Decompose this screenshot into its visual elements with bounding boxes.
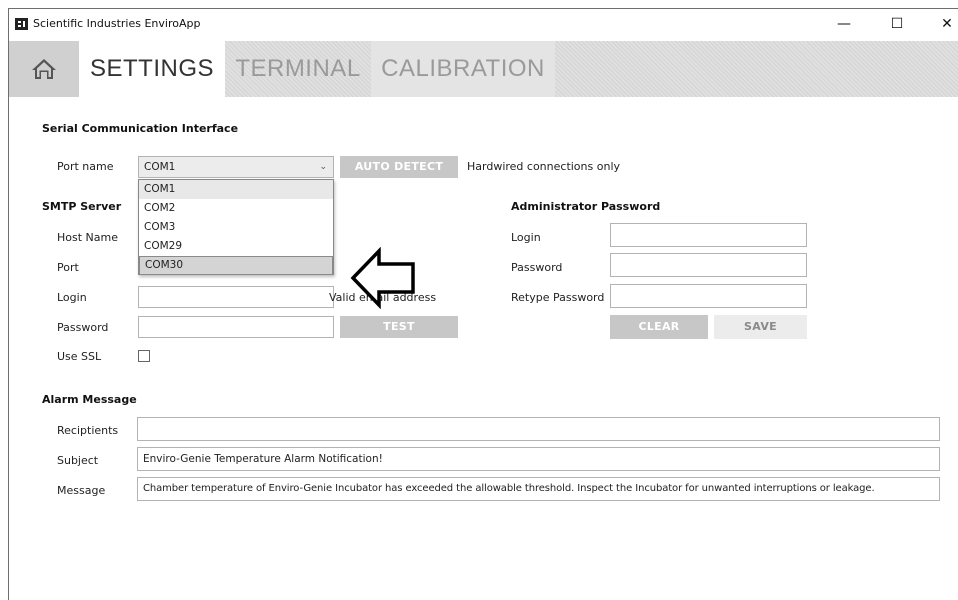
- maximize-button[interactable]: ☐: [874, 9, 920, 39]
- port-option-com2[interactable]: COM2: [139, 199, 333, 218]
- use-ssl-label: Use SSL: [57, 350, 102, 363]
- smtp-section-title: SMTP Server: [42, 200, 122, 213]
- port-option-com1[interactable]: COM1: [139, 180, 333, 199]
- test-button[interactable]: TEST: [340, 316, 458, 338]
- port-name-label: Port name: [57, 160, 114, 173]
- admin-login-label: Login: [511, 231, 541, 244]
- message-field[interactable]: Chamber temperature of Enviro-Genie Incu…: [137, 477, 940, 501]
- port-option-com29[interactable]: COM29: [139, 237, 333, 256]
- app-window: Scientific Industries EnviroApp — ☐ ✕ SE…: [8, 8, 958, 600]
- use-ssl-checkbox[interactable]: [138, 350, 150, 362]
- minimize-button[interactable]: —: [821, 9, 867, 39]
- smtp-port-label: Port: [57, 261, 79, 274]
- smtp-host-label: Host Name: [57, 231, 118, 244]
- port-name-combobox[interactable]: COM1 ⌄: [138, 156, 334, 178]
- tab-settings[interactable]: SETTINGS: [79, 41, 225, 97]
- subject-field[interactable]: Enviro-Genie Temperature Alarm Notificat…: [137, 447, 940, 471]
- recipients-field[interactable]: [137, 417, 940, 441]
- admin-password-field[interactable]: [610, 253, 807, 277]
- tab-bar: SETTINGS TERMINAL CALIBRATION: [9, 41, 958, 97]
- home-icon: [32, 59, 56, 79]
- recipients-label: Reciptients: [57, 424, 119, 437]
- alarm-section-title: Alarm Message: [42, 393, 137, 406]
- port-option-com30[interactable]: COM30: [139, 256, 333, 275]
- tab-home[interactable]: [9, 41, 79, 97]
- hardwired-note: Hardwired connections only: [467, 160, 621, 173]
- admin-section-title: Administrator Password: [511, 200, 661, 213]
- smtp-password-field[interactable]: [138, 316, 334, 338]
- smtp-login-field[interactable]: [138, 286, 334, 308]
- admin-login-field[interactable]: [610, 223, 807, 247]
- tab-calibration[interactable]: CALIBRATION: [371, 41, 555, 97]
- save-button[interactable]: SAVE: [714, 315, 807, 339]
- chevron-down-icon[interactable]: ⌄: [319, 157, 327, 177]
- smtp-password-label: Password: [57, 321, 109, 334]
- tab-terminal[interactable]: TERMINAL: [225, 41, 371, 97]
- port-option-com3[interactable]: COM3: [139, 218, 333, 237]
- app-logo-icon: [15, 18, 28, 30]
- port-dropdown-list: COM1 COM2 COM3 COM29 COM30: [138, 179, 334, 275]
- admin-password-label: Password: [511, 261, 563, 274]
- admin-retype-label: Retype Password: [511, 291, 605, 304]
- clear-button[interactable]: CLEAR: [610, 315, 708, 339]
- admin-retype-field[interactable]: [610, 284, 807, 308]
- port-name-value: COM1: [144, 161, 176, 173]
- serial-section-title: Serial Communication Interface: [42, 122, 239, 135]
- left-arrow-icon: [350, 247, 415, 309]
- title-bar: Scientific Industries EnviroApp — ☐ ✕: [9, 9, 958, 39]
- close-button[interactable]: ✕: [924, 9, 958, 39]
- message-label: Message: [57, 484, 106, 497]
- auto-detect-button[interactable]: AUTO DETECT: [340, 156, 458, 178]
- smtp-login-label: Login: [57, 291, 87, 304]
- subject-label: Subject: [57, 454, 99, 467]
- window-title: Scientific Industries EnviroApp: [33, 17, 201, 30]
